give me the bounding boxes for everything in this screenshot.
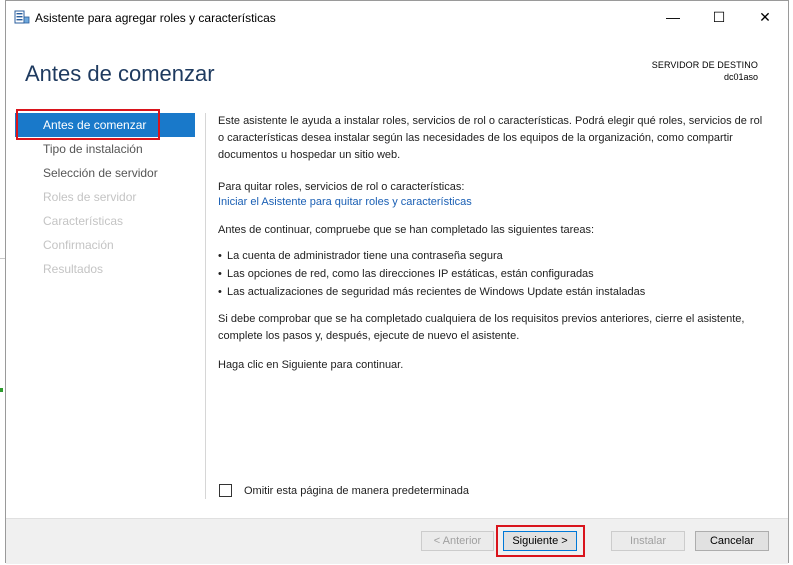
server-manager-icon [14, 10, 30, 24]
skip-page-option[interactable]: Omitir esta página de manera predetermin… [219, 484, 469, 497]
task-text: La cuenta de administrador tiene una con… [227, 250, 503, 262]
nav-item-roles-de-servidor: Roles de servidor [43, 190, 137, 204]
destination-server-label: SERVIDOR DE DESTINO [651, 60, 758, 70]
cancel-button[interactable]: Cancelar [695, 531, 769, 551]
page-title: Antes de comenzar [25, 61, 215, 86]
list-item: • La cuenta de administrador tiene una co… [218, 248, 503, 265]
close-button[interactable]: ✕ [742, 1, 788, 33]
background-status-mark [0, 388, 3, 392]
nav-item-caracteristicas: Características [43, 214, 124, 228]
intro-text: Este asistente le ayuda a instalar roles… [218, 115, 763, 161]
nav-item-tipo-de-instalacion[interactable]: Tipo de instalación [15, 137, 195, 161]
task-text: Las actualizaciones de seguridad más rec… [227, 286, 646, 298]
close-icon: ✕ [759, 8, 771, 25]
continue-text: Haga clic en Siguiente para continuar. [218, 359, 404, 371]
previous-button[interactable]: < Anterior [421, 531, 494, 551]
skip-page-checkbox[interactable] [219, 484, 232, 497]
nav-item-seleccion-de-servidor[interactable]: Selección de servidor [15, 161, 195, 185]
bullet-icon: • [218, 268, 222, 280]
verify-text: Si debe comprobar que se ha completado c… [218, 313, 745, 342]
bullet-icon: • [218, 250, 222, 262]
window-title: Asistente para agregar roles y caracterí… [35, 11, 276, 25]
nav-item-resultados: Resultados [43, 262, 104, 276]
bullet-icon: • [218, 286, 222, 298]
highlight-box-next-button [496, 525, 585, 557]
minimize-icon: — [666, 9, 680, 25]
minimize-button[interactable]: — [650, 1, 696, 33]
prerequisites-heading: Antes de continuar, compruebe que se han… [218, 224, 595, 236]
button-bar: < Anterior Siguiente > Instalar Cancelar [6, 518, 788, 564]
list-item: • Las opciones de red, como las direccion… [218, 266, 594, 283]
maximize-icon: ☐ [712, 8, 726, 25]
task-text: Las opciones de red, como las direccione… [227, 268, 594, 280]
destination-server-name: dc01aso [723, 72, 758, 82]
remove-roles-link[interactable]: Iniciar el Asistente para quitar roles y… [218, 194, 472, 211]
highlight-box-current-step [16, 109, 160, 140]
nav-item-confirmacion: Confirmación [43, 238, 114, 252]
list-item: • Las actualizaciones de seguridad más re… [218, 284, 645, 301]
skip-page-label: Omitir esta página de manera predetermin… [244, 484, 470, 497]
title-bar[interactable]: Asistente para agregar roles y caracterí… [6, 1, 788, 33]
install-button[interactable]: Instalar [611, 531, 685, 551]
wizard-window: Asistente para agregar roles y caracterí… [5, 0, 789, 564]
maximize-button[interactable]: ☐ [696, 1, 742, 33]
nav-divider [205, 113, 206, 499]
